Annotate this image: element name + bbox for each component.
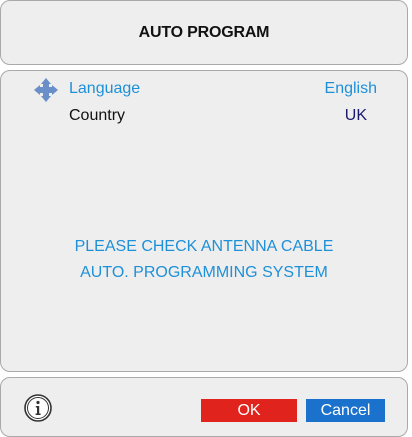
setting-label-country: Country	[69, 107, 126, 124]
header-panel: AUTO PROGRAM	[0, 0, 408, 65]
setting-label-language: Language	[69, 80, 141, 97]
setting-value-language[interactable]: English	[325, 80, 377, 98]
status-message: PLEASE CHECK ANTENNA CABLE AUTO. PROGRAM…	[1, 234, 407, 286]
cancel-button[interactable]: Cancel	[306, 399, 385, 422]
message-line-1: PLEASE CHECK ANTENNA CABLE	[74, 238, 334, 255]
footer-panel: OK Cancel	[0, 377, 408, 437]
move-arrows-icon	[34, 78, 58, 102]
info-icon[interactable]	[23, 393, 53, 423]
setting-row-country[interactable]: Country UK	[1, 105, 407, 127]
setting-row-language[interactable]: Language English	[1, 78, 407, 102]
settings-panel: Language English Country UK PLEASE CHECK…	[0, 70, 408, 372]
setting-value-country[interactable]: UK	[345, 107, 367, 125]
message-line-2: AUTO. PROGRAMMING SYSTEM	[80, 264, 328, 281]
ok-button[interactable]: OK	[201, 399, 297, 422]
page-title: AUTO PROGRAM	[138, 23, 270, 41]
